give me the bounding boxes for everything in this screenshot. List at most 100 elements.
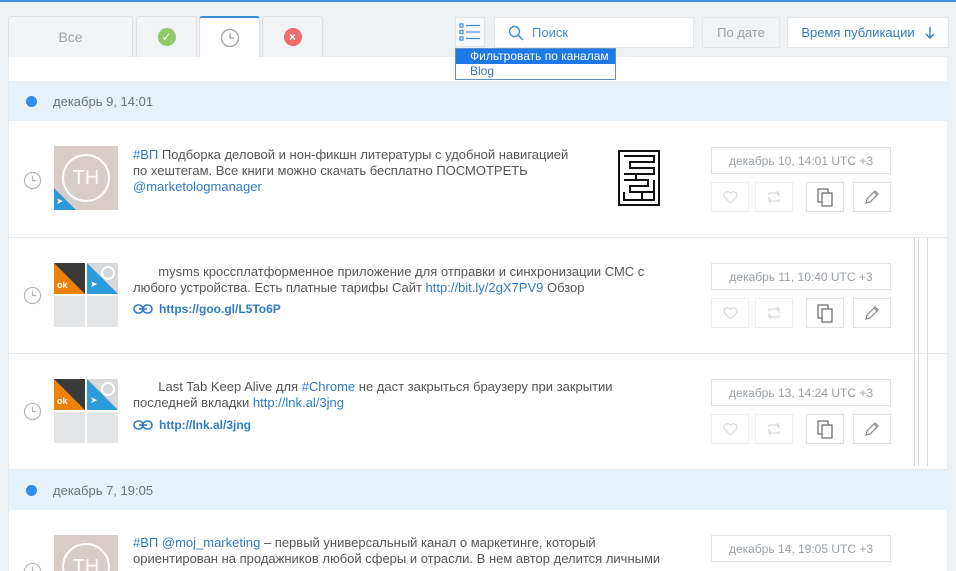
date-filter-label: По дате <box>717 25 765 40</box>
channel-filter-button[interactable] <box>455 17 485 47</box>
stacked-posts-edge <box>914 238 930 466</box>
pencil-icon <box>865 190 879 204</box>
like-button[interactable] <box>711 298 749 328</box>
repost-button[interactable] <box>755 414 793 444</box>
link-icon <box>133 420 153 430</box>
search-icon <box>508 25 524 41</box>
search-input[interactable] <box>532 25 682 40</box>
publish-date: декабрь 14, 19:05 UTC +3 <box>728 541 874 556</box>
clock-icon <box>23 402 42 421</box>
empty-avatar-slot <box>87 412 118 443</box>
date-group-header: декабрь 7, 19:05 <box>9 470 949 510</box>
group-dot-icon <box>26 95 37 107</box>
publish-date-box[interactable]: декабрь 14, 19:05 UTC +3 <box>711 535 891 562</box>
group-date-label: декабрь 9, 14:01 <box>53 93 154 109</box>
short-link[interactable]: http://lnk.al/3jng <box>133 418 251 432</box>
channel-filter-dropdown: Фильтровать по каналам Blog <box>455 48 616 80</box>
post-text: #ВП @moj_marketing – первый универсальны… <box>133 535 673 567</box>
date-group-header: декабрь 9, 14:01 <box>9 81 949 121</box>
copy-button[interactable] <box>806 414 844 444</box>
pencil-icon <box>865 306 879 320</box>
copy-button[interactable] <box>806 298 844 328</box>
odnoklassniki-icon: ok <box>54 379 85 410</box>
publish-date: декабрь 11, 10:40 UTC +3 <box>729 269 873 284</box>
empty-avatar-slot <box>54 296 85 327</box>
sort-publish-time-button[interactable]: Время публикации <box>787 17 949 48</box>
list-icon <box>459 23 480 41</box>
repeat-icon <box>768 422 780 436</box>
odnoklassniki-icon: ok <box>54 263 85 294</box>
post-body-after: Обзор <box>543 280 585 295</box>
channels-avatar-grid: ok ➤ <box>54 263 118 327</box>
channel-avatar: TH ➤ <box>54 146 118 210</box>
edit-button[interactable] <box>853 414 891 444</box>
mention-link[interactable]: @marketologmanager <box>133 179 262 194</box>
group-date-label: декабрь 7, 19:05 <box>53 482 154 498</box>
telegram-icon: ➤ <box>87 263 118 294</box>
tab-published[interactable]: ✓ <box>136 16 197 57</box>
publish-date-box[interactable]: декабрь 10, 14:01 UTC +3 <box>711 147 891 174</box>
heart-icon <box>722 190 738 204</box>
short-link-text: http://lnk.al/3jng <box>159 418 251 432</box>
clock-icon <box>23 286 42 305</box>
heart-icon <box>722 306 738 320</box>
tab-all[interactable]: Все <box>8 16 133 57</box>
check-icon: ✓ <box>157 28 176 46</box>
clock-icon <box>220 28 239 47</box>
qr-code-image <box>618 150 660 206</box>
hashtag-link[interactable]: #ВП <box>133 147 158 162</box>
channels-avatar-grid: ok ➤ <box>54 379 118 443</box>
publish-date: декабрь 13, 14:24 UTC +3 <box>728 385 874 400</box>
mention-link[interactable]: @moj_marketing <box>162 535 260 550</box>
post-body: Подборка деловой и нон-фикшн литературы … <box>133 147 569 178</box>
publish-date-box[interactable]: декабрь 11, 10:40 UTC +3 <box>711 263 891 290</box>
repost-button[interactable] <box>755 298 793 328</box>
post-text: Last Tab Keep Alive для #Chrome не даст … <box>133 379 633 411</box>
hashtag-link[interactable]: #Chrome <box>302 379 355 394</box>
hashtag-link[interactable]: #ВП <box>133 535 158 550</box>
copy-icon <box>816 419 833 439</box>
short-link-text: https://goo.gl/L5To6P <box>159 302 281 316</box>
short-link[interactable]: https://goo.gl/L5To6P <box>133 302 281 316</box>
repost-button[interactable] <box>755 182 793 212</box>
like-button[interactable] <box>711 414 749 444</box>
post-link[interactable]: http://bit.ly/2gX7PV9 <box>426 280 544 295</box>
search-box <box>494 17 694 48</box>
empty-avatar-slot <box>87 296 118 327</box>
post-item: TH #ВП @moj_marketing – первый универсал… <box>9 510 949 571</box>
group-dot-icon <box>26 484 37 496</box>
post-text: mysms кроссплатформенное приложение для … <box>133 264 673 296</box>
post-link[interactable]: http://lnk.al/3jng <box>253 395 344 410</box>
edit-button[interactable] <box>853 298 891 328</box>
tab-scheduled[interactable] <box>199 16 260 57</box>
channel-avatar: TH <box>54 535 118 571</box>
copy-icon <box>816 303 833 323</box>
copy-button[interactable] <box>806 182 844 212</box>
avatar-initials: TH <box>62 543 110 571</box>
clock-icon <box>23 171 42 190</box>
pencil-icon <box>865 422 879 436</box>
like-button[interactable] <box>711 182 749 212</box>
x-icon: × <box>283 28 302 46</box>
telegram-icon: ➤ <box>56 196 64 206</box>
link-icon <box>133 304 153 314</box>
date-filter-button[interactable]: По дате <box>702 17 780 48</box>
tab-failed[interactable]: × <box>262 16 323 57</box>
post-item: ok ➤ Last Tab Keep Alive для #Chrome не … <box>9 354 949 470</box>
publish-date-box[interactable]: декабрь 13, 14:24 UTC +3 <box>711 379 891 406</box>
copy-icon <box>816 187 833 207</box>
dropdown-option-blog[interactable]: Blog <box>456 64 615 79</box>
edit-button[interactable] <box>853 182 891 212</box>
telegram-icon: ➤ <box>87 379 118 410</box>
repeat-icon <box>768 190 780 204</box>
empty-avatar-slot <box>54 412 85 443</box>
posts-panel: декабрь 9, 14:01 TH ➤ #ВП Подборка делов… <box>8 57 949 571</box>
heart-icon <box>722 422 738 436</box>
post-text: #ВП Подборка деловой и нон-фикшн литерат… <box>133 147 583 195</box>
arrow-down-icon <box>925 27 935 39</box>
post-item: TH ➤ #ВП Подборка деловой и нон-фикшн ли… <box>9 121 949 238</box>
sort-label: Время публикации <box>801 25 915 40</box>
publish-date: декабрь 10, 14:01 UTC +3 <box>728 153 874 168</box>
post-body: Last Tab Keep Alive для <box>133 379 302 394</box>
dropdown-option-filter-channels[interactable]: Фильтровать по каналам <box>456 49 615 64</box>
